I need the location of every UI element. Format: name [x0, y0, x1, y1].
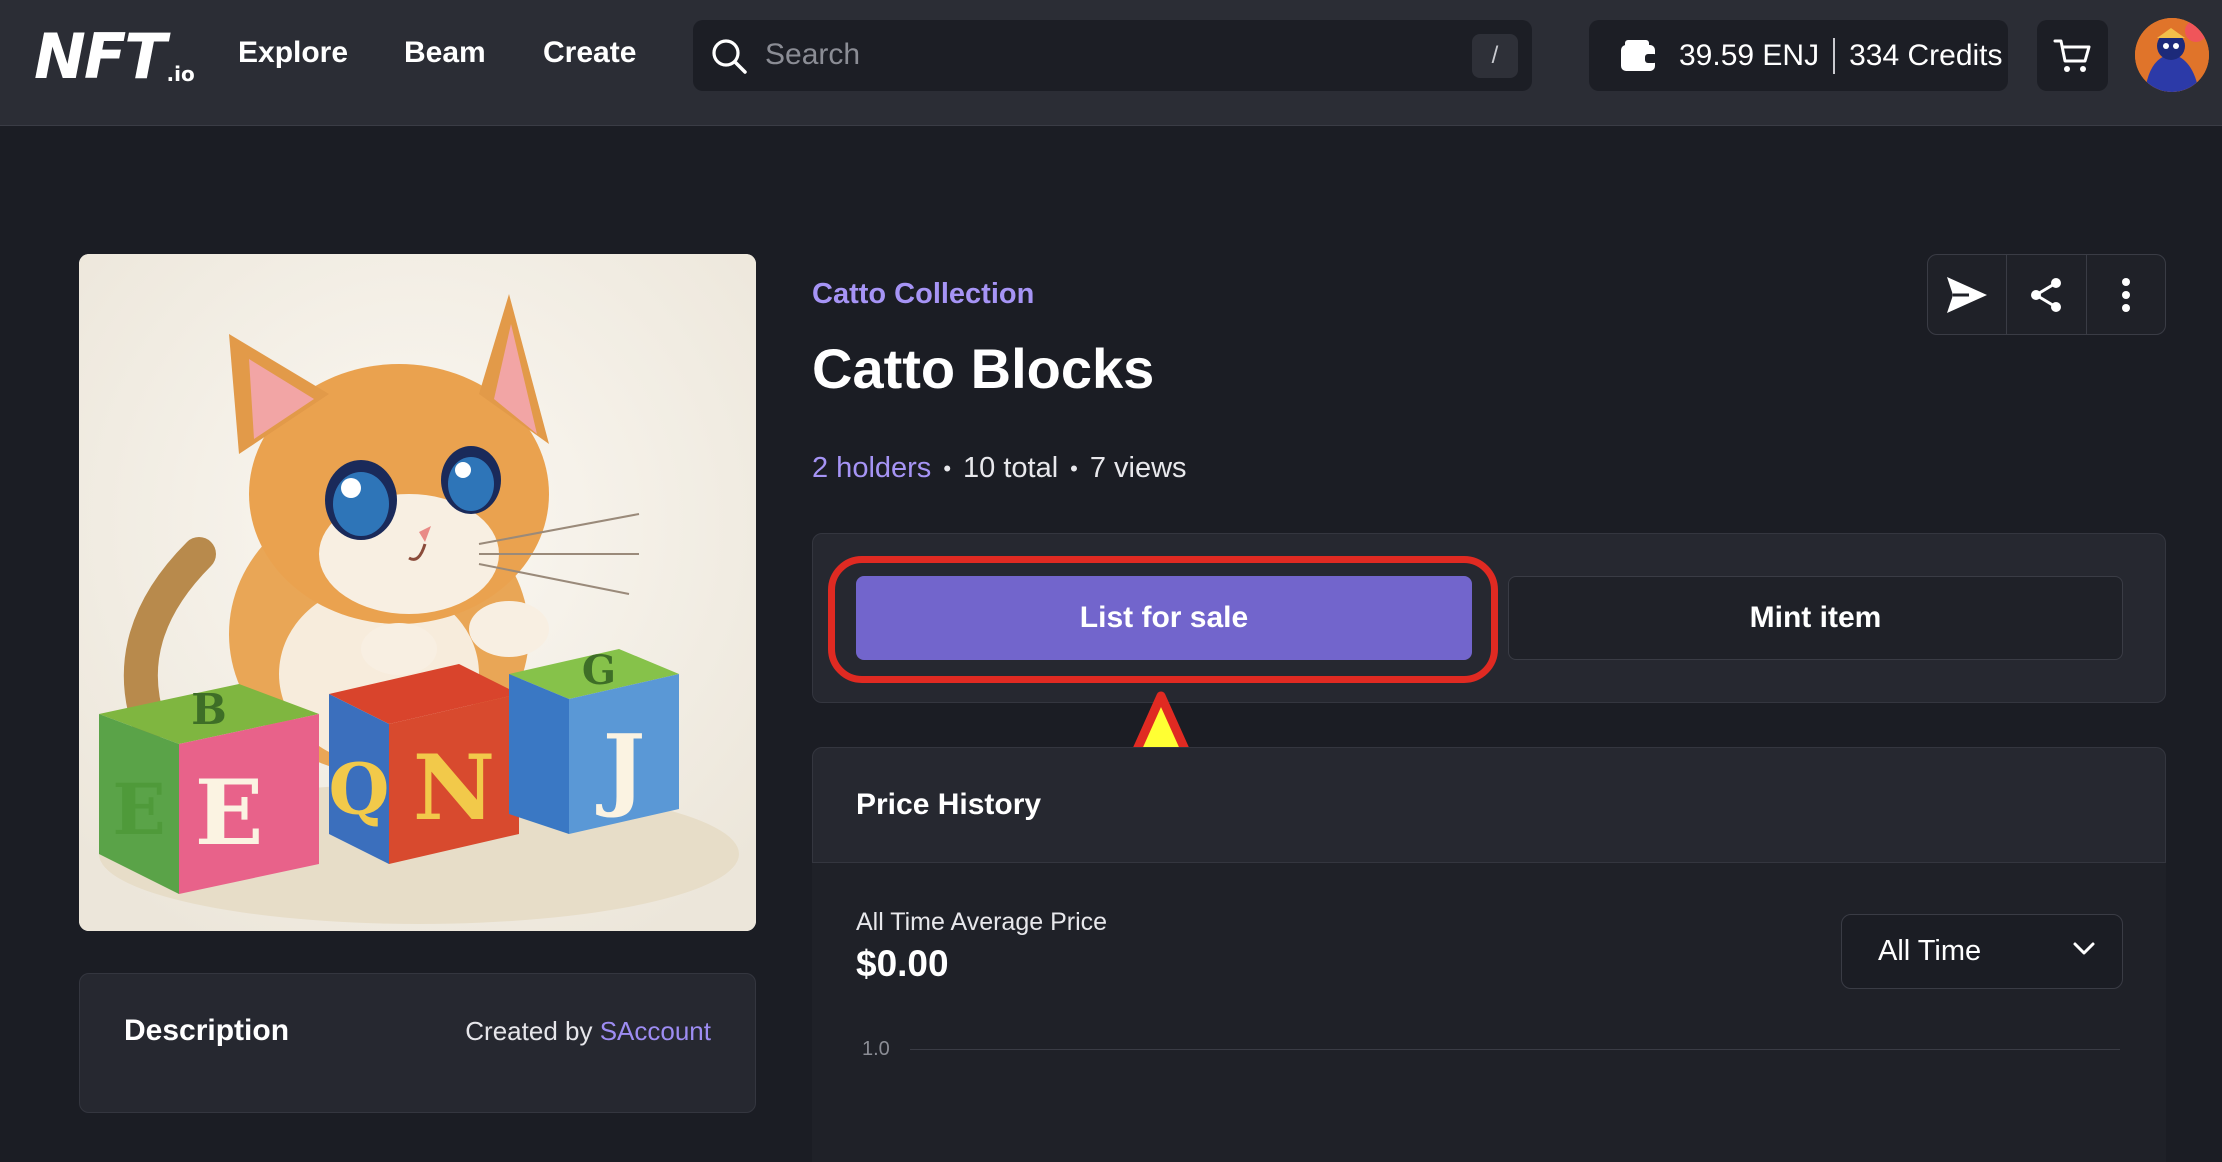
share-button[interactable] [2007, 255, 2087, 334]
time-range-value: All Time [1878, 935, 1982, 967]
item-action-group [1927, 254, 2166, 335]
block-letter-n: N [413, 735, 495, 841]
wallet-divider [1833, 37, 1836, 74]
time-range-select[interactable]: All Time [1841, 914, 2123, 989]
wallet-icon [1621, 39, 1657, 71]
description-heading: Description [124, 1014, 290, 1047]
chevron-down-icon [2073, 942, 2095, 955]
total-count: 10 total [963, 452, 1059, 484]
share-icon [2031, 277, 2062, 312]
send-icon [1947, 276, 1988, 313]
block-letter-q: Q [329, 748, 390, 831]
search-input[interactable]: Search / [693, 20, 1532, 91]
block-pink: E E B [99, 684, 319, 894]
kitten-with-blocks-illustration: E E B Q N J G [79, 254, 756, 931]
block-letter-j: J [596, 715, 646, 821]
y-axis-tick-label: 1.0 [862, 1038, 890, 1060]
item-title: Catto Blocks [812, 337, 1155, 400]
created-by-label: Created by [465, 1016, 593, 1046]
top-navigation-bar: NFT .io Explore Beam Create Search / 39.… [0, 0, 2222, 126]
block-letter-g: G [582, 647, 616, 694]
logo-suffix: .io [166, 62, 195, 86]
price-history-heading: Price History [856, 788, 1042, 821]
price-history-body [812, 862, 2166, 1162]
mint-item-button[interactable]: Mint item [1508, 576, 2123, 660]
credits-balance: 334 Credits [1849, 38, 2003, 72]
cart-button[interactable] [2037, 20, 2108, 91]
nav-create[interactable]: Create [543, 36, 636, 70]
search-shortcut-key: / [1472, 34, 1518, 78]
block-letter-e-front: E [195, 760, 264, 866]
wallet-balance-button[interactable]: 39.59 ENJ 334 Credits [1589, 20, 2008, 91]
nft-io-logo[interactable]: NFT .io [34, 24, 204, 88]
stats-separator: • [943, 455, 952, 481]
chart-gridline [910, 1049, 2120, 1050]
nft-artwork-image: E E B Q N J G [79, 254, 756, 931]
search-placeholder: Search [765, 38, 861, 71]
user-avatar[interactable] [2135, 18, 2209, 92]
more-vertical-icon [2121, 277, 2130, 312]
logo-text: NFT [34, 20, 167, 93]
average-price-label: All Time Average Price [856, 908, 1108, 936]
average-price-value: $0.00 [856, 943, 949, 984]
creator-link[interactable]: SAccount [600, 1016, 711, 1046]
view-count: 7 views [1089, 452, 1187, 484]
enj-balance: 39.59 ENJ [1679, 38, 1820, 72]
transfer-button[interactable] [1928, 255, 2008, 334]
block-red: Q N [329, 664, 519, 864]
search-icon [712, 39, 747, 74]
nav-beam[interactable]: Beam [404, 36, 486, 70]
cart-icon [2053, 39, 2090, 72]
holders-link[interactable]: 2 holders [812, 452, 931, 485]
notification-dot [2185, 20, 2207, 42]
item-stats: 2 holders • 10 total • 7 views [812, 452, 1187, 485]
description-card: Description Created by SAccount [79, 973, 756, 1113]
stats-separator: • [1070, 455, 1078, 481]
created-by: Created by SAccount [465, 1016, 711, 1047]
block-letter-b-top: B [191, 685, 227, 734]
more-options-button[interactable] [2087, 255, 2165, 334]
block-blue: J G [509, 647, 679, 834]
block-letter-e-side: E [112, 768, 165, 851]
collection-link[interactable]: Catto Collection [812, 278, 1034, 311]
nav-explore[interactable]: Explore [238, 36, 348, 70]
annotation-highlight-box [828, 556, 1498, 683]
